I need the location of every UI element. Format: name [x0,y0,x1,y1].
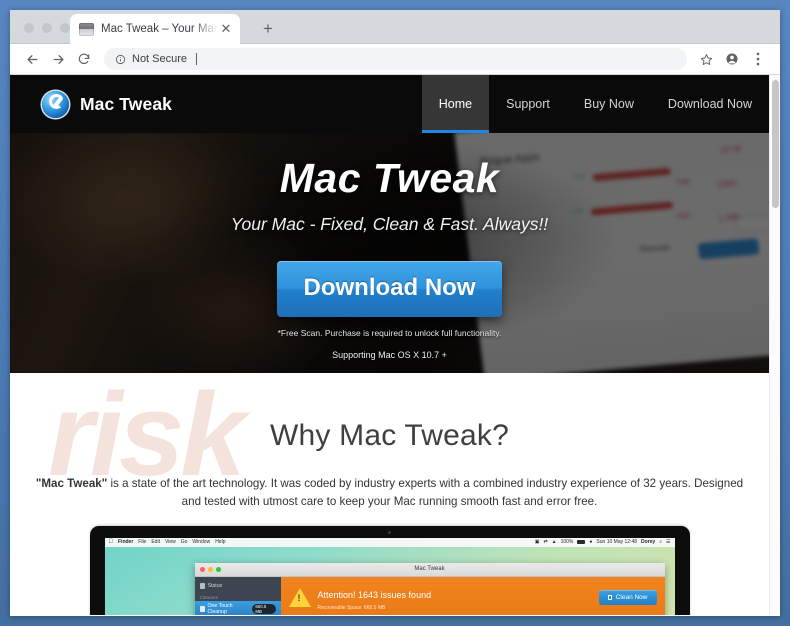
menubar-item-go: Go [176,539,188,546]
bluetooth-icon: ⇄ [543,539,548,546]
warning-triangle-icon [288,588,311,608]
minimize-window-button[interactable] [42,23,52,33]
profile-avatar-icon[interactable] [719,46,745,72]
alert-title: Attention! 1643 issues found [317,589,432,600]
hero-content: Mac Tweak Your Mac - Fixed, Clean & Fast… [10,133,769,360]
app-body: Status Cleaners One Touch Cleanup 660.5 … [194,576,665,615]
address-bar[interactable]: Not Secure [104,48,687,70]
browser-window: Mac Tweak – Your Mac Fixed, C ✕ + Not Se… [10,10,780,616]
menubar-item-finder: Finder [113,539,133,546]
os-support-note: Supporting Mac OS X 10.7 + [332,350,447,360]
menubar-clock: Sun 10 May 12:48 [596,539,638,546]
wrench-circle-logo-icon [42,90,69,118]
url-text-caret [196,53,198,65]
search-icon: ⌕ [659,539,663,546]
browser-toolbar: Not Secure [10,44,780,75]
why-section: risk Why Mac Tweak? "Mac Tweak" is a sta… [10,373,769,615]
alert-text: Attention! 1643 issues found Recoverable… [318,585,592,611]
download-now-button[interactable]: Download Now [276,261,503,317]
menubar-status-area: ▣ ⇄ ▲ 100% ● Sun 10 May 12:48 Dorey ⌕ ☰ [535,539,671,545]
nav-item-home[interactable]: Home [421,75,490,133]
menubar-item-view: View [160,539,176,546]
forward-button[interactable] [45,46,71,72]
mac-tweak-app-window: Mac Tweak Status Cleaners One Touch Clea… [194,562,665,615]
product-screenshot:  Finder File Edit View Go Window Help [10,525,769,615]
trash-icon [607,595,612,601]
close-tab-icon[interactable]: ✕ [218,21,234,37]
nav-item-support[interactable]: Support [489,75,567,133]
laptop-frame:  Finder File Edit View Go Window Help [89,525,690,615]
volume-icon: ● [589,539,593,546]
wifi-icon: ▲ [551,539,557,546]
why-section-title: Why Mac Tweak? [270,419,509,452]
why-body-lead: "Mac Tweak" [35,477,108,490]
nav-item-download-now[interactable]: Download Now [651,75,769,133]
why-body-text: is a state of the art technology. It was… [107,477,744,508]
site-favicon [79,22,94,36]
menubar-item-window: Window [187,539,210,546]
security-status-label: Not Secure [132,53,188,65]
back-button[interactable] [19,46,45,72]
sidebar-item-label: One Touch Cleanup [207,602,233,615]
reload-button[interactable] [71,46,97,72]
broom-icon [199,605,205,612]
control-center-icon: ☰ [666,539,671,546]
nav-item-buy-now[interactable]: Buy Now [567,75,651,133]
app-window-title: Mac Tweak [414,566,445,573]
apple-logo-icon:  [109,539,114,545]
monitor-icon [199,582,205,589]
maximize-window-button[interactable] [60,23,70,33]
mac-menubar:  Finder File Edit View Go Window Help [104,537,675,547]
page-viewport: Mac Tweak Home Support Buy Now Download … [10,75,780,615]
site-nav: Home Support Buy Now Download Now [421,75,769,133]
menubar-item-file: File [133,539,146,546]
new-tab-button[interactable]: + [258,19,278,39]
window-traffic-lights [24,23,70,33]
desktop-background: Mac Tweak – Your Mac Fixed, C ✕ + Not Se… [0,0,790,626]
sidebar-status-label: Status [207,582,223,589]
laptop-screen:  Finder File Edit View Go Window Help [104,537,675,615]
web-page: Mac Tweak Home Support Buy Now Download … [10,75,769,615]
hero-title: Mac Tweak [279,155,500,201]
sidebar-group-cleaners: Cleaners [199,594,218,600]
clean-now-button: Clean Now [598,590,657,606]
menubar-item-edit: Edit [146,539,160,546]
menubar-item-help: Help [210,539,225,546]
site-header: Mac Tweak Home Support Buy Now Download … [10,75,769,133]
laptop-camera-icon [388,530,391,534]
menubar-username: Dorey [641,539,656,546]
battery-icon [577,540,586,545]
alert-subtitle: Recoverable Space: 660.5 MB [317,604,386,611]
hero-section: Rogue Apps Low Low High High 20 W 1300 1… [10,133,769,373]
hero-subtitle: Your Mac - Fixed, Clean & Fast. Always!! [230,214,549,234]
browser-tab[interactable]: Mac Tweak – Your Mac Fixed, C ✕ [70,14,240,44]
close-window-button[interactable] [24,23,34,33]
brand-name: Mac Tweak [80,93,173,114]
bookmark-star-icon[interactable] [693,46,719,72]
page-scrollbar[interactable] [769,75,780,615]
sidebar-item-one-touch-cleanup: One Touch Cleanup 660.5 MB [194,600,281,615]
tab-strip: Mac Tweak – Your Mac Fixed, C ✕ + [10,10,780,44]
why-section-body: "Mac Tweak" is a state of the art techno… [33,475,747,511]
tab-title: Mac Tweak – Your Mac Fixed, C [101,23,218,35]
app-sidebar: Status Cleaners One Touch Cleanup 660.5 … [194,576,281,615]
display-icon: ▣ [534,539,540,546]
info-circle-icon[interactable] [115,54,126,65]
free-scan-disclaimer: *Free Scan. Purchase is required to unlo… [277,328,502,338]
site-brand[interactable]: Mac Tweak [10,75,422,133]
scrollbar-thumb[interactable] [772,80,779,208]
sidebar-item-status: Status [195,581,281,591]
issues-alert-banner: Attention! 1643 issues found Recoverable… [280,576,665,615]
battery-percent: 100% [560,539,574,546]
browser-menu-icon[interactable] [745,46,771,72]
app-titlebar: Mac Tweak [194,562,665,577]
clean-now-label: Clean Now [615,594,648,602]
app-main-panel: Attention! 1643 issues found Recoverable… [280,576,665,615]
sidebar-item-size: 660.5 MB [252,603,276,614]
